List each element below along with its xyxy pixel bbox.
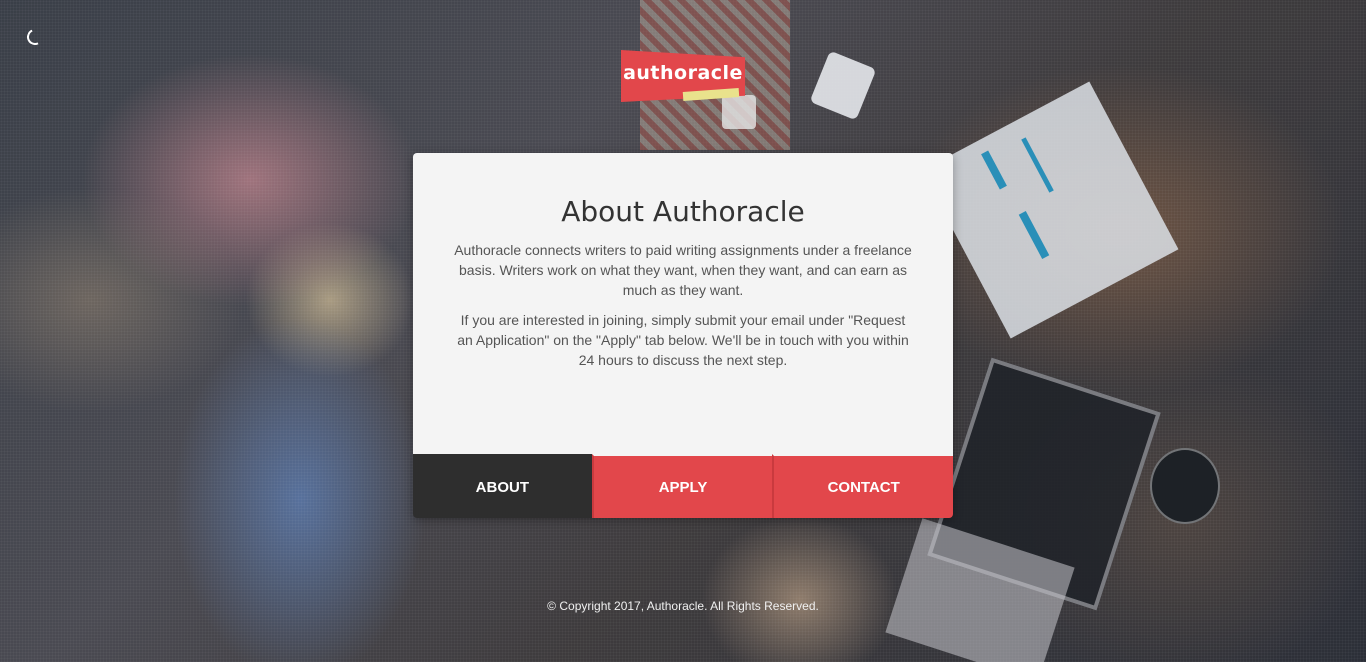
footer-copyright: © Copyright 2017, Authoracle. All Rights… — [547, 599, 819, 613]
tab-contact[interactable]: CONTACT — [772, 454, 953, 518]
background-cup — [1150, 448, 1220, 524]
authoracle-logo[interactable]: authoracle — [621, 50, 745, 102]
tab-about[interactable]: ABOUT — [413, 454, 592, 518]
tab-apply[interactable]: APPLY — [591, 454, 773, 518]
about-panel: About Authoracle Authoracle connects wri… — [413, 153, 953, 454]
logo-text: authoracle — [623, 62, 743, 84]
tab-bar: ABOUT APPLY CONTACT — [413, 454, 953, 518]
page: authoracle About Authoracle Authoracle c… — [0, 0, 1366, 662]
about-paragraph: Authoracle connects writers to paid writ… — [454, 242, 912, 298]
about-title: About Authoracle — [561, 195, 805, 228]
about-paragraph: If you are interested in joining, simply… — [457, 312, 909, 368]
about-card: About Authoracle Authoracle connects wri… — [413, 153, 953, 518]
